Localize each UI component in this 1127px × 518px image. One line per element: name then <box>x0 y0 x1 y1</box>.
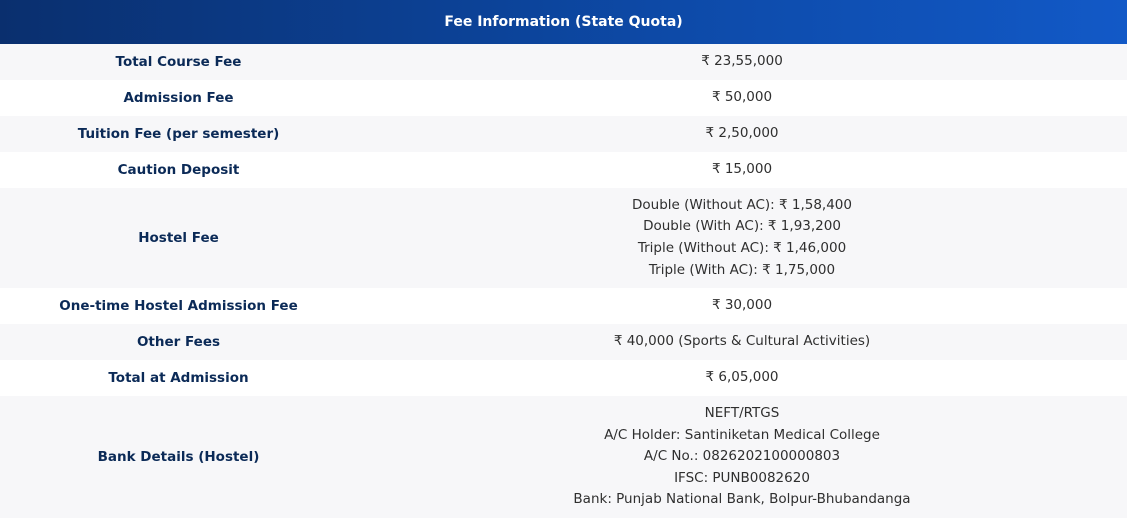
value-line: Bank: Punjab National Bank, Bolpur-Bhuba… <box>573 491 911 508</box>
row-label: Hostel Fee <box>0 188 357 288</box>
value-line: ₹ 6,05,000 <box>705 369 779 386</box>
row-value: ₹ 6,05,000 <box>357 360 1127 396</box>
row-label: Total Course Fee <box>0 44 357 80</box>
value-line: Triple (With AC): ₹ 1,75,000 <box>648 261 836 278</box>
table-row: Hostel Fee Double (Without AC): ₹ 1,58,4… <box>0 188 1127 288</box>
value-line: A/C Holder: Santiniketan Medical College <box>604 426 880 443</box>
table-row: Total at Admission ₹ 6,05,000 <box>0 360 1127 396</box>
row-label: One-time Hostel Admission Fee <box>0 288 357 324</box>
table-row: One-time Hostel Admission Fee ₹ 30,000 <box>0 288 1127 324</box>
value-line: NEFT/RTGS <box>704 405 780 422</box>
table-row: Total Course Fee ₹ 23,55,000 <box>0 44 1127 80</box>
row-label: Tuition Fee (per semester) <box>0 116 357 152</box>
table-header-row: Fee Information (State Quota) <box>0 0 1127 44</box>
row-value: ₹ 50,000 <box>357 80 1127 116</box>
row-label: Total at Admission <box>0 360 357 396</box>
table-row: Bank Details (Hostel) NEFT/RTGS A/C Hold… <box>0 396 1127 518</box>
table-row: Other Fees ₹ 40,000 (Sports & Cultural A… <box>0 324 1127 360</box>
value-line: Double (With AC): ₹ 1,93,200 <box>643 218 841 235</box>
value-line: ₹ 40,000 (Sports & Cultural Activities) <box>613 333 871 350</box>
table-row: Tuition Fee (per semester) ₹ 2,50,000 <box>0 116 1127 152</box>
value-line: ₹ 15,000 <box>711 161 773 178</box>
table-title: Fee Information (State Quota) <box>0 0 1127 44</box>
row-label: Other Fees <box>0 324 357 360</box>
table-row: Admission Fee ₹ 50,000 <box>0 80 1127 116</box>
value-line: IFSC: PUNB0082620 <box>674 469 810 486</box>
row-label: Caution Deposit <box>0 152 357 188</box>
value-line: A/C No.: 0826202100000803 <box>643 448 841 465</box>
row-value: ₹ 30,000 <box>357 288 1127 324</box>
row-label: Admission Fee <box>0 80 357 116</box>
value-line: ₹ 30,000 <box>711 297 773 314</box>
row-value: ₹ 40,000 (Sports & Cultural Activities) <box>357 324 1127 360</box>
value-line: Double (Without AC): ₹ 1,58,400 <box>632 196 852 213</box>
fee-information-table: Fee Information (State Quota) Total Cour… <box>0 0 1127 518</box>
row-value: ₹ 23,55,000 <box>357 44 1127 80</box>
row-value: ₹ 15,000 <box>357 152 1127 188</box>
row-label: Bank Details (Hostel) <box>0 396 357 518</box>
value-line: ₹ 23,55,000 <box>701 53 783 70</box>
row-value: ₹ 2,50,000 <box>357 116 1127 152</box>
value-line: ₹ 2,50,000 <box>705 125 779 142</box>
table-row: Caution Deposit ₹ 15,000 <box>0 152 1127 188</box>
row-value: NEFT/RTGS A/C Holder: Santiniketan Medic… <box>357 396 1127 518</box>
value-line: ₹ 50,000 <box>711 89 773 106</box>
value-line: Triple (Without AC): ₹ 1,46,000 <box>637 240 847 256</box>
row-value: Double (Without AC): ₹ 1,58,400 Double (… <box>357 188 1127 288</box>
